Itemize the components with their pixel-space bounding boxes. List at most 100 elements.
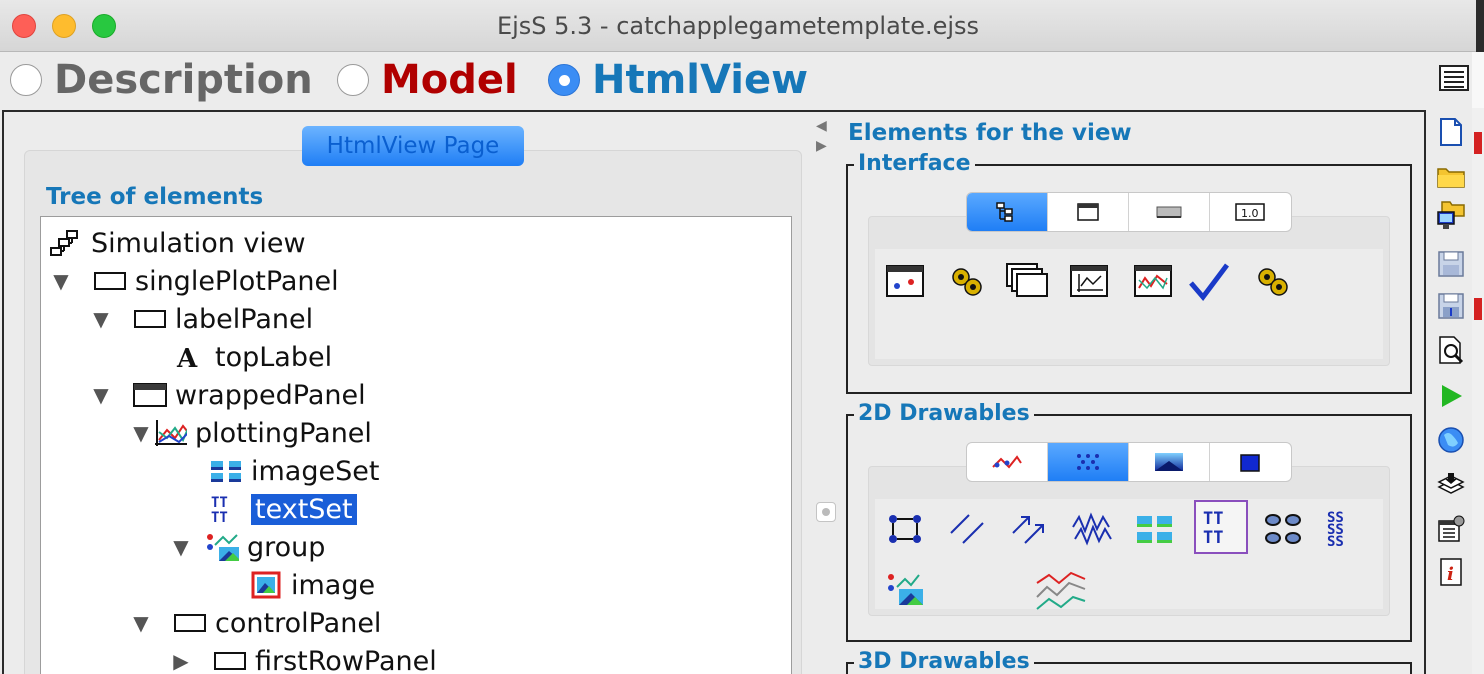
panel-icon bbox=[133, 305, 167, 333]
expanded-arrow-icon[interactable]: ▼ bbox=[129, 611, 153, 635]
tree-node[interactable]: ▶ firstRowPanel bbox=[169, 643, 437, 674]
search-icon[interactable] bbox=[1436, 334, 1466, 366]
expanded-arrow-icon[interactable]: ▼ bbox=[89, 307, 113, 331]
tree-node-label: textSet bbox=[251, 493, 357, 525]
tree-node-label: labelPanel bbox=[175, 303, 314, 335]
tree-node-label: firstRowPanel bbox=[255, 645, 437, 674]
tree-node-label: controlPanel bbox=[215, 607, 382, 639]
plotting-panel-icon[interactable] bbox=[1062, 254, 1116, 308]
stacked-panels-icon[interactable] bbox=[1000, 254, 1054, 308]
group-title: 2D Drawables bbox=[854, 401, 1034, 426]
image-set-icon bbox=[209, 457, 243, 485]
svg-text:i: i bbox=[1447, 564, 1454, 585]
open-folder-icon[interactable] bbox=[1436, 160, 1466, 192]
tree-node[interactable]: ▼ singlePlotPanel bbox=[49, 263, 339, 299]
tree-node[interactable]: imageSet bbox=[209, 453, 379, 489]
tree-node[interactable]: ▼ wrappedPanel bbox=[89, 377, 366, 413]
curve-tab-icon[interactable] bbox=[967, 443, 1048, 481]
tree-title: Tree of elements bbox=[46, 184, 264, 210]
splitter-handle[interactable] bbox=[816, 502, 836, 522]
mode-htmlview-radio[interactable]: HtmlView bbox=[548, 56, 808, 104]
collapsed-arrow-icon[interactable]: ▶ bbox=[169, 649, 193, 673]
tree-node-label: image bbox=[291, 569, 376, 601]
drawables-2d-tabs bbox=[966, 442, 1292, 482]
title-bar-edge bbox=[1476, 0, 1484, 52]
mode-description-radio[interactable]: Description bbox=[10, 56, 313, 104]
tree-node-label: singlePlotPanel bbox=[135, 265, 339, 297]
tree-node[interactable]: TT TT textSet bbox=[209, 491, 357, 527]
simulation-view-icon bbox=[49, 229, 83, 257]
plotting-panel-icon bbox=[153, 419, 187, 447]
image-set-icon[interactable] bbox=[1128, 502, 1182, 556]
tree-node[interactable]: ▼ controlPanel bbox=[129, 605, 381, 641]
interface-tabs: 1.0 bbox=[966, 192, 1292, 232]
tree-node-label: wrappedPanel bbox=[175, 379, 366, 411]
drawing-panel-icon[interactable] bbox=[878, 254, 932, 308]
trace-set-icon[interactable] bbox=[1034, 562, 1088, 616]
shape-set-icon[interactable] bbox=[1256, 502, 1310, 556]
window-edge bbox=[1472, 108, 1484, 674]
mode-label: Model bbox=[381, 57, 518, 103]
splitter-collapse-right-icon[interactable]: ▶ bbox=[816, 138, 827, 154]
trail-set-icon[interactable] bbox=[1066, 502, 1120, 556]
element-tree[interactable]: Simulation view ▼ singlePlotPanel ▼ labe… bbox=[40, 216, 792, 674]
tab-htmlview-page[interactable]: HtmlView Page bbox=[302, 126, 524, 166]
expanded-arrow-icon[interactable]: ▼ bbox=[129, 421, 153, 445]
gear-icon[interactable] bbox=[1246, 254, 1300, 308]
run-icon[interactable] bbox=[1436, 380, 1466, 412]
tree-node[interactable]: Simulation view bbox=[49, 225, 306, 261]
window-title: EjsS 5.3 - catchapplegametemplate.ejss bbox=[496, 12, 980, 40]
new-file-icon[interactable] bbox=[1436, 116, 1466, 148]
tree-node-label: Simulation view bbox=[91, 227, 306, 259]
expanded-arrow-icon[interactable]: ▼ bbox=[89, 383, 113, 407]
tree-tab-icon[interactable] bbox=[967, 193, 1048, 231]
splitter-collapse-left-icon[interactable]: ◀ bbox=[816, 118, 827, 134]
main-area: HtmlView Page Tree of elements Simulatio… bbox=[2, 110, 1426, 674]
open-remote-icon[interactable] bbox=[1436, 200, 1466, 232]
save-as-icon[interactable] bbox=[1436, 290, 1466, 322]
window-tab-icon[interactable] bbox=[1048, 193, 1129, 231]
expanded-arrow-icon[interactable]: ▼ bbox=[49, 269, 73, 293]
gradient-tab-icon[interactable] bbox=[1129, 443, 1210, 481]
tool-column: i bbox=[1428, 108, 1472, 674]
gear-wrapped-icon[interactable] bbox=[940, 254, 994, 308]
dots-tab-icon[interactable] bbox=[1048, 443, 1129, 481]
label-icon: A bbox=[173, 343, 207, 371]
tree-node[interactable]: A topLabel bbox=[173, 339, 332, 375]
save-icon[interactable] bbox=[1436, 248, 1466, 280]
tree-node-label: group bbox=[247, 531, 326, 563]
spring-set-icon[interactable]: SS SS SS bbox=[1318, 502, 1372, 556]
tree-node-label: imageSet bbox=[251, 455, 380, 487]
tree-node[interactable]: image bbox=[249, 567, 375, 603]
options-icon[interactable] bbox=[1436, 512, 1466, 544]
tree-node[interactable]: ▼ plottingPanel bbox=[129, 415, 372, 451]
check-icon[interactable] bbox=[1182, 254, 1236, 308]
edge-marker bbox=[1474, 298, 1482, 320]
tree-node-label: plottingPanel bbox=[195, 417, 372, 449]
group-icon bbox=[205, 533, 239, 561]
mode-label: HtmlView bbox=[592, 57, 809, 103]
field-tab-icon[interactable]: 1.0 bbox=[1210, 193, 1291, 231]
group-title: 3D Drawables bbox=[854, 649, 1034, 674]
plotting-panel-trace-icon[interactable] bbox=[1126, 254, 1180, 308]
text-set-icon[interactable]: TT TT bbox=[1194, 500, 1248, 554]
library-icon[interactable] bbox=[1436, 468, 1466, 500]
tree-node-label: topLabel bbox=[215, 341, 333, 373]
arrows-set-icon[interactable] bbox=[878, 502, 932, 556]
panel-icon bbox=[93, 267, 127, 295]
info-icon[interactable]: i bbox=[1436, 556, 1466, 588]
edge-marker bbox=[1474, 132, 1482, 154]
group-icon[interactable] bbox=[878, 562, 932, 616]
tree-node[interactable]: ▼ group bbox=[169, 529, 325, 565]
web-icon[interactable] bbox=[1436, 424, 1466, 456]
segment-set-icon[interactable] bbox=[940, 502, 994, 556]
bar-tab-icon[interactable] bbox=[1210, 443, 1291, 481]
mode-label: Description bbox=[54, 57, 313, 103]
window-edge bbox=[1472, 52, 1484, 108]
expanded-arrow-icon[interactable]: ▼ bbox=[169, 535, 193, 559]
table-of-contents-button[interactable] bbox=[1438, 64, 1470, 92]
arrow-set-icon[interactable] bbox=[1002, 502, 1056, 556]
tree-node[interactable]: ▼ labelPanel bbox=[89, 301, 313, 337]
mode-model-radio[interactable]: Model bbox=[337, 56, 518, 104]
button-tab-icon[interactable] bbox=[1129, 193, 1210, 231]
